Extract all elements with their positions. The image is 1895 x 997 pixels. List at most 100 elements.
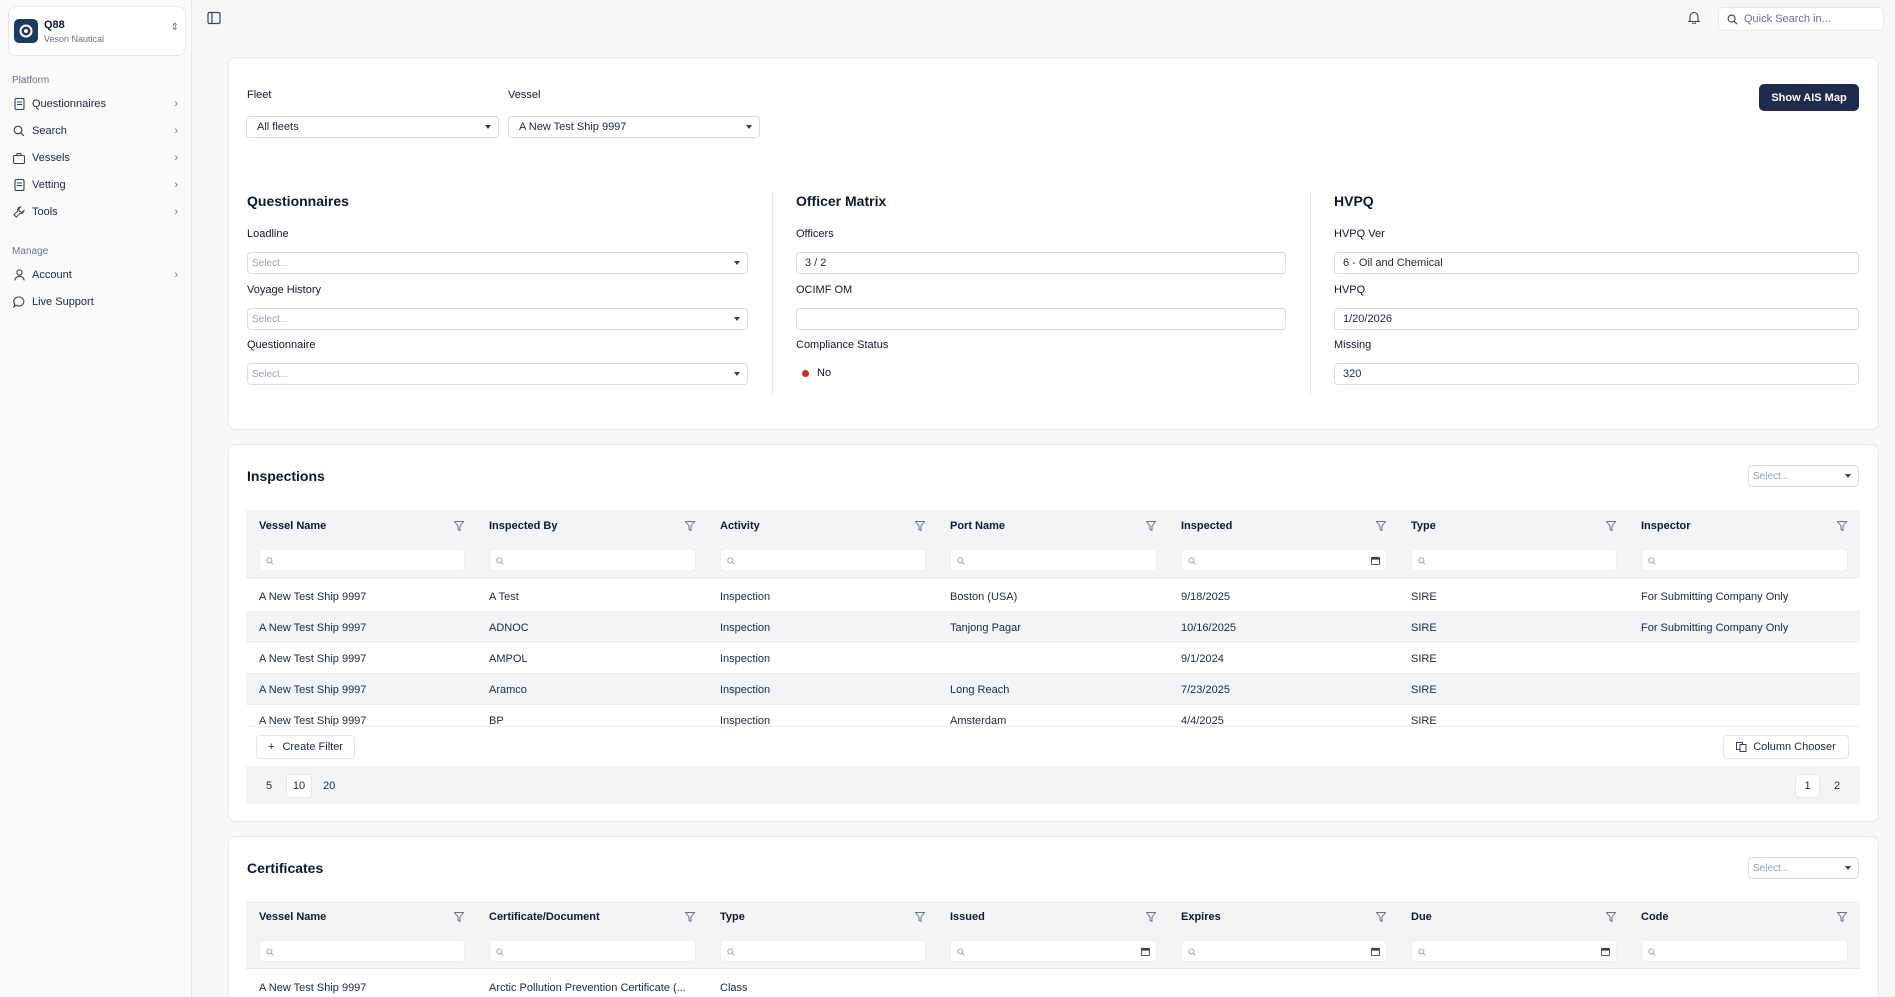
filter-due-input[interactable] [1411, 940, 1617, 962]
filter-inspector-input[interactable] [1641, 549, 1848, 571]
filter-code-input[interactable] [1641, 940, 1848, 962]
filter-icon[interactable] [915, 521, 925, 531]
page-button-1[interactable]: 1 [1795, 774, 1820, 798]
search-icon [266, 557, 274, 565]
column-header-inspector[interactable]: Inspector [1641, 510, 1691, 542]
create-filter-button[interactable]: + Create Filter [256, 735, 355, 759]
column-header-vessel-name[interactable]: Vessel Name [259, 901, 326, 933]
search-icon [957, 557, 965, 565]
column-header-expires[interactable]: Expires [1181, 901, 1221, 933]
certificates-filter-row [246, 933, 1860, 969]
column-header-code[interactable]: Code [1641, 901, 1669, 933]
table-row[interactable]: A New Test Ship 9997 A Test Inspection B… [246, 581, 1860, 612]
calendar-icon[interactable] [1141, 947, 1150, 956]
column-header-certificate-document[interactable]: Certificate/Document [489, 901, 600, 933]
column-chooser-button[interactable]: Column Chooser [1723, 735, 1849, 759]
filter-port-name-input[interactable] [950, 549, 1157, 571]
chevron-right-icon: › [174, 179, 178, 191]
inspections-view-select[interactable]: Select... [1748, 465, 1859, 487]
certificates-view-select[interactable]: Select... [1748, 857, 1859, 879]
sidebar-item-live-support[interactable]: Live Support [6, 291, 184, 313]
table-cell: Long Reach [950, 683, 1010, 696]
page-size-20[interactable]: 20 [323, 780, 335, 792]
filter-icon[interactable] [1146, 912, 1156, 922]
loadline-select[interactable]: Select... [247, 252, 748, 274]
show-ais-map-button[interactable]: Show AIS Map [1759, 84, 1859, 111]
filter-expires-input[interactable] [1181, 940, 1387, 962]
calendar-icon[interactable] [1601, 947, 1610, 956]
table-row[interactable]: A New Test Ship 9997 ADNOC Inspection Ta… [246, 612, 1860, 643]
page-button-2[interactable]: 2 [1834, 780, 1840, 792]
questionnaire-select[interactable]: Select... [247, 363, 748, 385]
bell-icon[interactable] [1687, 11, 1702, 25]
filter-icon[interactable] [915, 912, 925, 922]
column-header-type[interactable]: Type [720, 901, 745, 933]
filter-icon[interactable] [1837, 521, 1847, 531]
sidebar-item-search[interactable]: Search › [6, 120, 184, 142]
table-cell: For Submitting Company Only [1641, 621, 1789, 634]
org-switcher[interactable]: Q88 Veson Nautical ⇕ [8, 6, 186, 56]
table-cell: A Test [489, 590, 519, 603]
page-size-10[interactable]: 10 [286, 774, 312, 798]
filter-type-input[interactable] [1411, 549, 1617, 571]
missing-field[interactable]: 320 [1334, 363, 1859, 385]
filter-icon[interactable] [1376, 912, 1386, 922]
table-cell: 7/23/2025 [1181, 683, 1230, 696]
filter-icon[interactable] [685, 521, 695, 531]
quick-search-input[interactable]: Quick Search in... [1718, 7, 1884, 31]
filter-vessel-name-input[interactable] [259, 940, 465, 962]
nav-section-manage: Manage [12, 246, 49, 257]
column-header-inspected-by[interactable]: Inspected By [489, 510, 557, 542]
hvpq-date-field[interactable]: 1/20/2026 [1334, 308, 1859, 330]
filter-certificate-input[interactable] [489, 940, 696, 962]
column-header-vessel-name[interactable]: Vessel Name [259, 510, 326, 542]
calendar-icon[interactable] [1371, 556, 1380, 565]
filter-icon[interactable] [1376, 521, 1386, 531]
filter-activity-input[interactable] [720, 549, 926, 571]
officer-matrix-heading: Officer Matrix [796, 193, 887, 209]
caret-down-icon [746, 125, 752, 129]
hvpq-ver-field[interactable]: 6 - Oil and Chemical [1334, 252, 1859, 274]
ocimf-om-field[interactable] [796, 308, 1286, 330]
filter-icon[interactable] [454, 912, 464, 922]
calendar-icon[interactable] [1371, 947, 1380, 956]
filter-inspected-by-input[interactable] [489, 549, 696, 571]
filter-icon[interactable] [454, 521, 464, 531]
sidebar-item-vetting[interactable]: Vetting › [6, 174, 184, 196]
column-header-due[interactable]: Due [1411, 901, 1432, 933]
column-header-type[interactable]: Type [1411, 510, 1436, 542]
column-chooser-label: Column Chooser [1753, 741, 1836, 753]
voyage-history-select[interactable]: Select... [247, 308, 748, 330]
fleet-select[interactable]: All fleets [246, 116, 499, 138]
sidebar-item-questionnaires[interactable]: Questionnaires › [6, 93, 184, 115]
hvpq-label: HVPQ [1334, 284, 1366, 296]
inspections-heading: Inspections [247, 468, 325, 484]
officers-field[interactable]: 3 / 2 [796, 252, 1286, 274]
filter-icon[interactable] [1146, 521, 1156, 531]
column-header-inspected[interactable]: Inspected [1181, 510, 1232, 542]
sidebar-toggle-icon[interactable] [207, 11, 223, 27]
filter-vessel-name-input[interactable] [259, 549, 465, 571]
search-icon [1188, 557, 1196, 565]
vessel-select[interactable]: A New Test Ship 9997 [508, 116, 760, 138]
filter-issued-input[interactable] [950, 940, 1157, 962]
sidebar-item-account[interactable]: Account › [6, 264, 184, 286]
column-header-issued[interactable]: Issued [950, 901, 985, 933]
sidebar-item-tools[interactable]: Tools › [6, 201, 184, 223]
table-row[interactable]: A New Test Ship 9997 BP Inspection Amste… [246, 705, 1860, 727]
caret-down-icon [485, 125, 491, 129]
table-row[interactable]: A New Test Ship 9997 Aramco Inspection L… [246, 674, 1860, 705]
table-row[interactable]: A New Test Ship 9997 AMPOL Inspection 9/… [246, 643, 1860, 674]
filter-inspected-input[interactable] [1181, 549, 1387, 571]
filter-icon[interactable] [1606, 521, 1616, 531]
table-row[interactable]: A New Test Ship 9997 Arctic Pollution Pr… [246, 973, 1860, 997]
filter-icon[interactable] [685, 912, 695, 922]
page-size-5[interactable]: 5 [266, 780, 272, 792]
column-header-port-name[interactable]: Port Name [950, 510, 1005, 542]
filter-icon[interactable] [1837, 912, 1847, 922]
filter-icon[interactable] [1606, 912, 1616, 922]
column-header-activity[interactable]: Activity [720, 510, 760, 542]
sidebar-item-vessels[interactable]: Vessels › [6, 147, 184, 169]
filter-type-input[interactable] [720, 940, 926, 962]
vessel-select-value: A New Test Ship 9997 [519, 121, 627, 133]
